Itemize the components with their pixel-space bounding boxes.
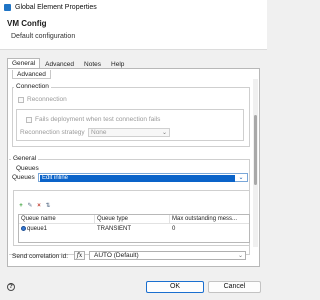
queue-type-cell: TRANSIENT bbox=[97, 226, 132, 232]
edit-icon[interactable]: ✎ bbox=[27, 203, 33, 209]
correlation-select[interactable]: AUTO (Default) ⌄ bbox=[89, 251, 246, 260]
queues-heading: Queues bbox=[16, 165, 39, 172]
reconnection-strategy-select[interactable]: None ⌄ bbox=[88, 128, 170, 137]
queue-max-cell: 0 bbox=[172, 226, 176, 232]
fails-deployment-label: Fails deployment when test connection fa… bbox=[35, 116, 161, 123]
subtab-advanced[interactable]: Advanced bbox=[12, 70, 51, 79]
correlation-value: AUTO (Default) bbox=[94, 252, 139, 259]
table-row[interactable]: queue1 TRANSIENT 0 bbox=[19, 225, 249, 234]
chevron-down-icon: ⌄ bbox=[238, 175, 244, 181]
fails-deployment-checkbox[interactable] bbox=[26, 117, 32, 123]
column-header-max-outstanding[interactable]: Max outstanding mess... bbox=[170, 215, 250, 224]
page-description: Default configuration bbox=[11, 33, 76, 40]
column-header-queue-name[interactable]: Queue name bbox=[19, 215, 95, 224]
queue-table-header: Queue name Queue type Max outstanding me… bbox=[19, 215, 249, 224]
plus-icon[interactable]: + bbox=[18, 203, 24, 209]
general-panel: Advanced Connection Reconnection Fails d… bbox=[7, 68, 260, 267]
help-icon[interactable]: ? bbox=[7, 283, 15, 291]
window-title: Global Element Properties bbox=[15, 3, 97, 11]
queue-toolbar: + ✎ × ⇅ bbox=[18, 203, 51, 209]
header-banner: VM Config Default configuration bbox=[0, 14, 267, 50]
fx-button[interactable]: fx bbox=[74, 251, 85, 260]
cancel-button[interactable]: Cancel bbox=[208, 281, 261, 293]
queue-table: Queue name Queue type Max outstanding me… bbox=[18, 214, 250, 243]
move-icon[interactable]: ⇅ bbox=[45, 203, 51, 209]
reconnection-label: Reconnection bbox=[27, 96, 67, 103]
queues-select[interactable]: Edit inline ⌄ bbox=[38, 173, 248, 182]
queues-label: Queues bbox=[12, 174, 35, 181]
chevron-down-icon: ⌄ bbox=[237, 253, 243, 259]
reconnection-strategy-value: None bbox=[91, 129, 107, 136]
delete-icon[interactable]: × bbox=[36, 203, 42, 209]
correlation-label: Send correlation id: bbox=[12, 253, 69, 260]
reconnection-checkbox[interactable] bbox=[18, 97, 24, 103]
general-legend: General bbox=[11, 155, 39, 162]
vertical-scrollbar[interactable] bbox=[253, 79, 258, 247]
queue-name-value: queue1 bbox=[27, 226, 48, 232]
queue-icon bbox=[21, 225, 26, 231]
column-header-queue-type[interactable]: Queue type bbox=[95, 215, 170, 224]
app-icon bbox=[4, 3, 11, 11]
scrollbar-thumb[interactable] bbox=[254, 115, 257, 185]
ok-button[interactable]: OK bbox=[146, 281, 204, 293]
reconnection-strategy-label: Reconnection strategy bbox=[20, 129, 85, 136]
title-bar: Global Element Properties bbox=[0, 0, 267, 14]
queues-select-value: Edit inline bbox=[40, 175, 235, 182]
connection-legend: Connection bbox=[14, 83, 51, 90]
page-title: VM Config bbox=[7, 19, 47, 28]
chevron-down-icon: ⌄ bbox=[161, 130, 167, 136]
queue-name-cell: queue1 bbox=[19, 225, 95, 234]
